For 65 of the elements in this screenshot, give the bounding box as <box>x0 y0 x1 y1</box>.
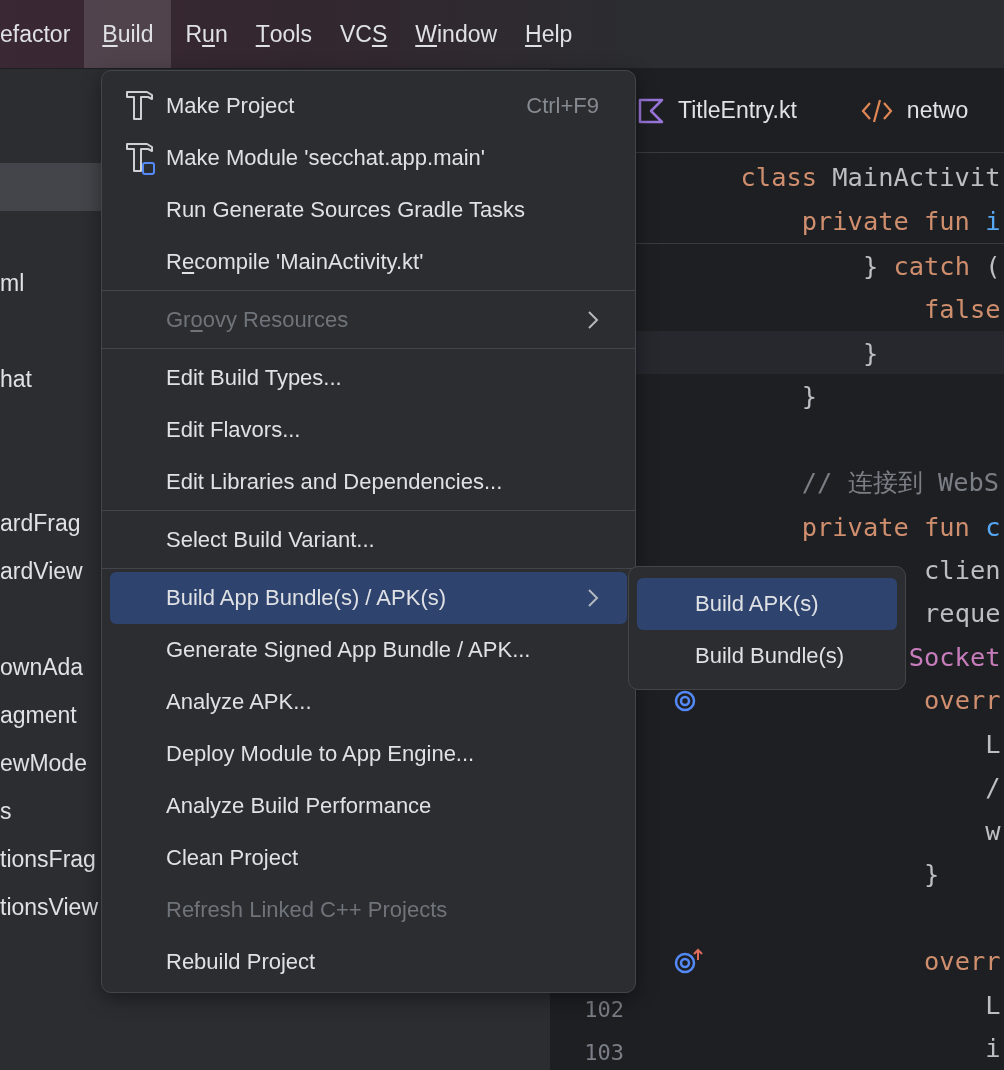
editor-tab[interactable]: TitleEntry.kt <box>638 97 797 124</box>
line-number: 103 <box>584 1040 624 1066</box>
code-line: } <box>862 337 879 368</box>
kotlin-file-icon <box>638 97 664 124</box>
code-line: private fun i <box>801 206 1001 236</box>
menu-item[interactable]: Recompile 'MainActivity.kt' <box>110 236 627 288</box>
menu-item[interactable]: Deploy Module to App Engine... <box>110 728 627 780</box>
menu-item[interactable]: Clean Project <box>110 832 627 884</box>
tree-item[interactable]: tionsView <box>0 893 99 921</box>
menu-item[interactable]: Build APK(s) <box>637 578 897 630</box>
code-tag-icon <box>860 97 893 124</box>
menu-bar-item[interactable]: efactor <box>0 0 85 68</box>
code-line: overr <box>924 946 1001 977</box>
chevron-right-icon <box>587 310 599 330</box>
hammer-icon <box>124 89 156 123</box>
tree-item[interactable]: tionsFrag <box>0 845 96 873</box>
code-line: clien <box>924 555 1001 585</box>
code-line: Socket <box>908 641 1001 672</box>
menu-bar-item[interactable]: Window <box>401 0 512 68</box>
shortcut-hint: Ctrl+F9 <box>526 93 599 119</box>
menu-item[interactable]: Make Module 'secchat.app.main' <box>110 132 627 184</box>
tree-item[interactable]: agment <box>0 701 77 729</box>
menu-bar-item[interactable]: Help <box>511 0 587 68</box>
chevron-right-icon <box>587 588 599 608</box>
tree-item[interactable]: hat <box>0 365 32 393</box>
code-line: } <box>924 859 940 890</box>
code-line: reque <box>924 598 1001 629</box>
menu-item[interactable]: Edit Libraries and Dependencies... <box>110 456 627 508</box>
menu-item[interactable]: Run Generate Sources Gradle Tasks <box>110 184 627 236</box>
code-line: L <box>985 989 1001 1020</box>
code-line: false <box>924 294 1001 325</box>
menu-item[interactable]: Build App Bundle(s) / APK(s) <box>110 572 627 624</box>
code-line: i <box>985 1033 1001 1064</box>
menu-bar-item[interactable]: Run <box>171 0 242 68</box>
code-line: L <box>985 728 1001 759</box>
code-line: } catch ( <box>862 250 1001 281</box>
menu-item[interactable]: Make Project Ctrl+F9 <box>110 80 627 132</box>
code-line: // 连接到 WebS <box>801 466 1000 500</box>
code-line: w <box>985 815 1001 846</box>
tree-item[interactable]: ardFrag <box>0 509 81 537</box>
menu-item[interactable]: Edit Flavors... <box>110 404 627 456</box>
code-line: private fun c <box>801 511 1001 542</box>
menu-item[interactable]: Analyze APK... <box>110 676 627 728</box>
tree-item[interactable]: ml <box>0 269 25 297</box>
menu-item[interactable]: Analyze Build Performance <box>110 780 627 832</box>
target-arrow-icon[interactable] <box>674 948 704 975</box>
menu-item[interactable]: Rebuild Project <box>110 936 627 988</box>
code-line: class MainActivit <box>740 162 1001 192</box>
line-number: 102 <box>584 996 624 1022</box>
menu-item[interactable]: Select Build Variant... <box>110 514 627 566</box>
menu-bar-item[interactable]: Tools <box>241 0 326 68</box>
menu-item[interactable]: Build Bundle(s) <box>637 630 897 682</box>
code-line: } <box>801 381 818 412</box>
tree-item[interactable]: ewMode <box>0 749 87 777</box>
menu-bar-item[interactable]: Build <box>84 0 172 68</box>
menu-bar-item[interactable]: VCS <box>325 0 402 68</box>
hammer-module-icon <box>124 141 156 175</box>
editor-tab[interactable]: netwo <box>860 97 969 124</box>
tree-item[interactable]: ardView <box>0 557 83 585</box>
tree-item[interactable]: ownAda <box>0 653 84 681</box>
code-line: / <box>985 772 1001 803</box>
tree-item[interactable]: s <box>0 797 12 825</box>
menu-item[interactable]: Generate Signed App Bundle / APK... <box>110 624 627 676</box>
menu-item[interactable]: Edit Build Types... <box>110 352 627 404</box>
code-line: overr <box>924 685 1001 716</box>
